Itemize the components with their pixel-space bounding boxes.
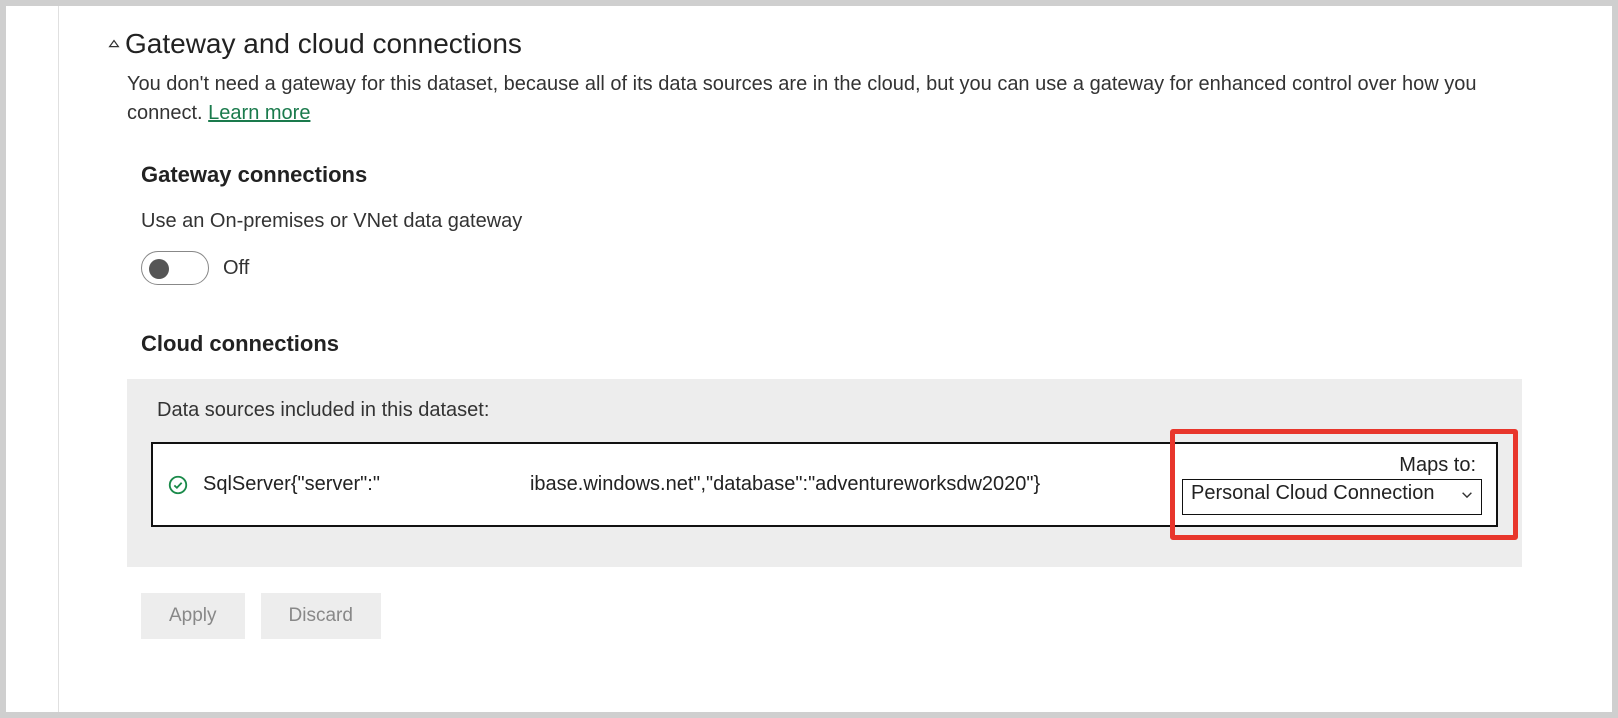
apply-button[interactable]: Apply (141, 593, 245, 639)
gateway-toggle-switch[interactable] (141, 251, 209, 285)
section-description-text: You don't need a gateway for this datase… (127, 73, 1477, 124)
datasource-row: SqlServer{"server":" ibase.windows.net",… (151, 442, 1498, 527)
discard-button[interactable]: Discard (261, 593, 381, 639)
datasource-text: SqlServer{"server":" ibase.windows.net",… (203, 471, 1040, 498)
gateway-connections-heading: Gateway connections (141, 162, 1522, 188)
maps-to-label: Maps to: (1399, 454, 1482, 477)
settings-panel: Gateway and cloud connections You don't … (58, 6, 1612, 712)
data-sources-label: Data sources included in this dataset: (157, 399, 1498, 422)
toggle-knob-icon (149, 259, 169, 279)
datasource-left: SqlServer{"server":" ibase.windows.net",… (167, 454, 1168, 515)
cloud-connections-box: Data sources included in this dataset: S… (127, 379, 1522, 567)
gateway-toggle-row: Off (141, 251, 1522, 285)
gateway-toggle-state: Off (223, 257, 249, 280)
check-circle-icon (167, 474, 189, 496)
maps-to-select-wrap: Personal Cloud Connection (1182, 479, 1482, 515)
section-title: Gateway and cloud connections (125, 28, 522, 60)
learn-more-link[interactable]: Learn more (208, 102, 310, 124)
datasource-right: Maps to: Personal Cloud Connection (1168, 454, 1486, 515)
maps-to-select[interactable]: Personal Cloud Connection (1182, 479, 1482, 515)
section-description: You don't need a gateway for this datase… (127, 70, 1522, 128)
gateway-toggle-label: Use an On-premises or VNet data gateway (141, 210, 1522, 233)
cloud-connections-heading: Cloud connections (141, 331, 1522, 357)
collapse-caret-icon[interactable] (107, 37, 121, 51)
action-button-row: Apply Discard (141, 593, 1522, 639)
gateway-connections-block: Gateway connections Use an On-premises o… (141, 162, 1522, 357)
section-header[interactable]: Gateway and cloud connections (107, 28, 1522, 60)
